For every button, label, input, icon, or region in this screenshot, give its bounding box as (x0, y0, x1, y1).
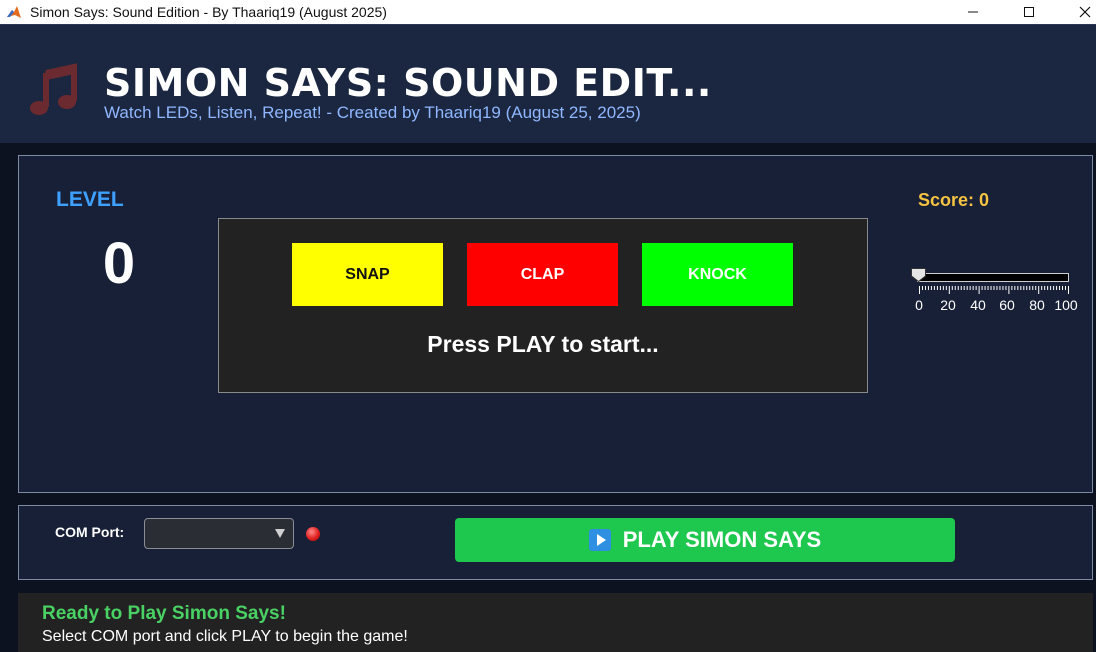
slider-ticks (919, 286, 1069, 294)
status-subtitle: Select COM port and click PLAY to begin … (42, 628, 408, 645)
app-header: SIMON SAYS: SOUND EDIT... Watch LEDs, Li… (0, 24, 1096, 143)
volume-slider[interactable]: 0 20 40 60 80 100 (907, 266, 1078, 316)
tick-label-40: 40 (970, 297, 986, 313)
slider-track[interactable] (917, 273, 1069, 282)
play-simon-says-button[interactable]: PLAY SIMON SAYS (455, 518, 955, 562)
knock-button[interactable]: KNOCK (642, 243, 793, 306)
tick-label-20: 20 (940, 297, 956, 313)
status-title: Ready to Play Simon Says! (42, 603, 286, 624)
app-title: SIMON SAYS: SOUND EDIT... (104, 61, 712, 105)
app-subtitle: Watch LEDs, Listen, Repeat! - Created by… (104, 103, 641, 122)
game-status-message: Press PLAY to start... (427, 331, 659, 357)
music-note-icon (30, 63, 77, 115)
tick-label-80: 80 (1029, 297, 1045, 313)
tick-label-100: 100 (1054, 297, 1078, 313)
maximize-icon (1024, 7, 1034, 17)
minimize-button[interactable] (950, 0, 996, 24)
window-title: Simon Says: Sound Edition - By Thaariq19… (30, 4, 387, 20)
control-panel: COM Port: PLAY SIMON SAYS (18, 505, 1093, 580)
level-label: LEVEL (56, 188, 124, 211)
snap-button[interactable]: SNAP (292, 243, 443, 306)
slider-thumb[interactable] (911, 268, 926, 282)
game-panel: LEVEL 0 Score: 0 SNAP CLAP KNOCK Press P… (18, 155, 1093, 493)
matlab-app-icon (7, 6, 21, 18)
tick-label-0: 0 (915, 297, 923, 313)
tick-label-60: 60 (999, 297, 1015, 313)
clap-button[interactable]: CLAP (467, 243, 618, 306)
com-port-dropdown[interactable] (144, 518, 294, 549)
score-display: Score: 0 (918, 190, 990, 210)
connection-led (306, 527, 320, 541)
chevron-down-icon (275, 529, 285, 538)
window-title-bar: Simon Says: Sound Edition - By Thaariq19… (0, 0, 1096, 24)
play-button-label: PLAY SIMON SAYS (622, 527, 822, 552)
level-value: 0 (102, 231, 136, 296)
play-area: SNAP CLAP KNOCK Press PLAY to start... (218, 218, 868, 393)
com-port-label: COM Port: (55, 524, 125, 540)
close-icon (1079, 6, 1091, 18)
minimize-icon (968, 11, 978, 13)
status-bar: Ready to Play Simon Says! Select COM por… (18, 593, 1093, 652)
close-button[interactable] (1062, 0, 1096, 24)
play-icon (588, 529, 611, 551)
maximize-button[interactable] (1006, 0, 1052, 24)
